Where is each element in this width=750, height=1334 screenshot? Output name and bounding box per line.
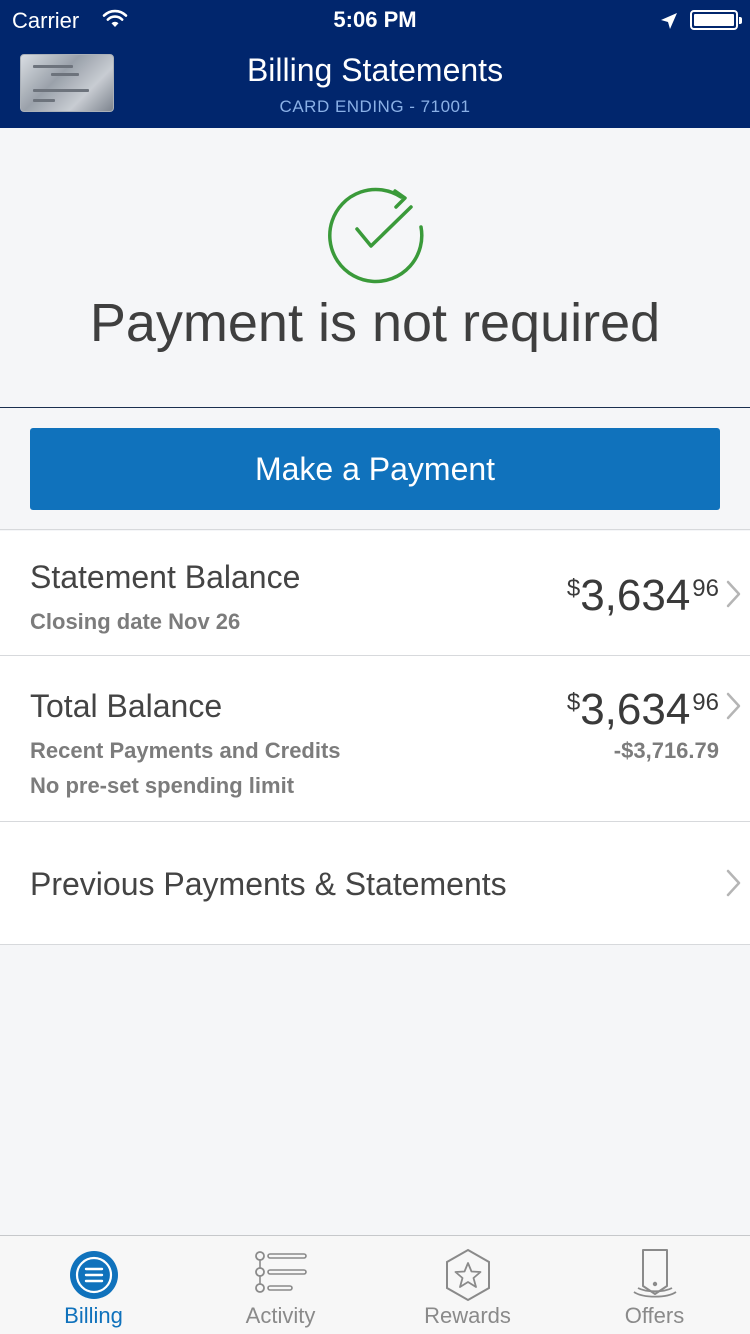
activity-list-icon: [254, 1251, 307, 1293]
payment-status-message: Payment is not required: [89, 293, 661, 353]
clock-label: 5:06 PM: [333, 7, 417, 32]
location-arrow-icon: [660, 10, 678, 36]
app-header: Carrier 5:06 PM Billing Statements CARD …: [0, 0, 750, 128]
amount-cents: 96: [692, 689, 719, 716]
chevron-right-icon: [726, 580, 741, 608]
total-balance-row[interactable]: Total Balance Recent Payments and Credit…: [0, 656, 750, 822]
tab-label-activity: Activity: [245, 1303, 316, 1328]
currency-symbol: $: [566, 689, 581, 716]
closing-date-label: Closing date Nov 26: [30, 609, 241, 634]
total-balance-amount: $3,63496: [567, 685, 719, 735]
amount-whole: 3,634: [580, 571, 691, 620]
spending-limit-label: No pre-set spending limit: [30, 773, 295, 798]
card-ending-label: CARD ENDING - 71001: [279, 97, 471, 116]
tab-label-rewards: Rewards: [424, 1303, 511, 1328]
rewards-star-icon: [445, 1248, 490, 1302]
tab-label-billing: Billing: [64, 1303, 123, 1328]
status-bar: Carrier 5:06 PM: [0, 0, 750, 40]
chevron-right-icon: [726, 692, 741, 720]
total-balance-title: Total Balance: [30, 688, 223, 724]
tab-activity[interactable]: Activity: [187, 1236, 374, 1334]
currency-symbol: $: [566, 575, 581, 602]
statement-balance-amount: $3,63496: [567, 571, 719, 621]
statement-balance-title: Statement Balance: [30, 559, 301, 595]
amount-cents: 96: [692, 575, 719, 602]
payment-action-area: Make a Payment: [0, 408, 750, 530]
chevron-right-icon: [726, 869, 741, 897]
recent-credits-amount: -$3,716.79: [613, 738, 719, 763]
recent-payments-label: Recent Payments and Credits: [30, 738, 341, 763]
tab-billing[interactable]: Billing: [0, 1236, 187, 1334]
make-payment-button[interactable]: Make a Payment: [30, 428, 720, 510]
offers-tag-icon: [632, 1249, 677, 1298]
tab-offers[interactable]: Offers: [561, 1236, 748, 1334]
tab-rewards[interactable]: Rewards: [374, 1236, 561, 1334]
previous-payments-title: Previous Payments & Statements: [30, 866, 507, 902]
amount-whole: 3,634: [580, 685, 691, 734]
page-title: Billing Statements: [246, 52, 504, 88]
battery-icon: [690, 10, 742, 30]
statement-balance-row[interactable]: Statement Balance Closing date Nov 26 $3…: [0, 531, 750, 656]
bottom-tab-bar: Billing Activity Rewards Offers: [0, 1235, 750, 1334]
payment-status-panel: Payment is not required: [0, 128, 750, 408]
check-circle-icon: [328, 187, 424, 284]
billing-icon: [69, 1251, 118, 1299]
tab-label-offers: Offers: [624, 1303, 685, 1328]
previous-payments-row[interactable]: Previous Payments & Statements: [0, 822, 750, 945]
